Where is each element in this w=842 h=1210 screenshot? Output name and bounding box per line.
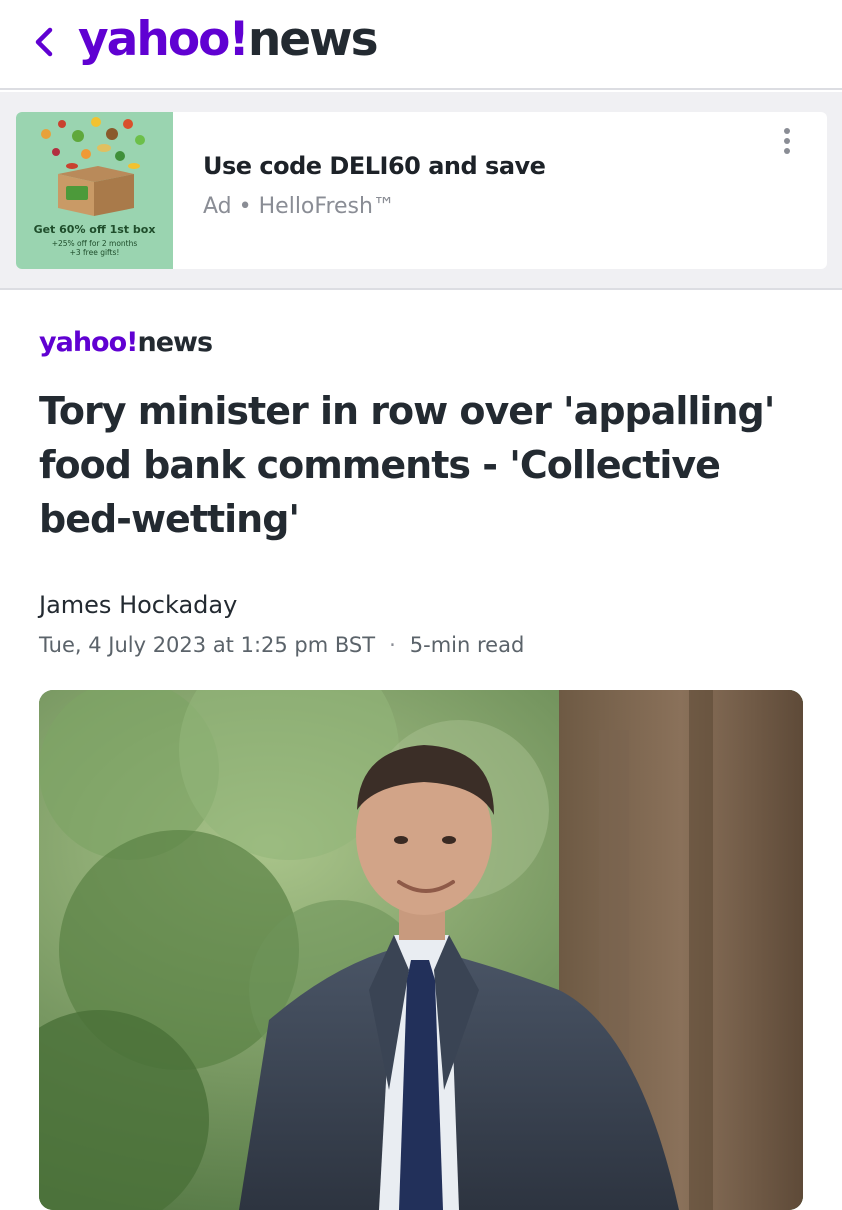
article-read-time: 5-min read bbox=[409, 633, 525, 657]
logo-yahoo-text: yahoo! bbox=[78, 12, 250, 67]
article-hero-image[interactable] bbox=[39, 690, 803, 1210]
source-news-text: news bbox=[137, 327, 213, 358]
chevron-left-icon bbox=[35, 27, 53, 57]
ad-advertiser: HelloFresh™ bbox=[258, 194, 395, 219]
ad-thumbnail-offer-line-3: +3 free gifts! bbox=[69, 248, 120, 257]
back-button[interactable] bbox=[26, 20, 62, 64]
logo-news-text: news bbox=[247, 12, 379, 67]
ad-thumbnail-offer: Get 60% off 1st box bbox=[33, 223, 156, 236]
hero-photo bbox=[39, 690, 803, 1210]
ad-label: Ad bbox=[203, 194, 232, 219]
ad-thumbnail: Get 60% off 1st box +25% off for 2 month… bbox=[16, 112, 173, 269]
ad-container: Get 60% off 1st box +25% off for 2 month… bbox=[0, 92, 842, 290]
more-vertical-icon bbox=[784, 128, 790, 154]
ad-meta: Ad • HelloFresh™ bbox=[203, 194, 395, 219]
top-navigation-bar: yahoo!news bbox=[0, 0, 842, 90]
ad-options-button[interactable] bbox=[777, 124, 797, 158]
ad-thumbnail-offer-line-2: +25% off for 2 months bbox=[51, 239, 138, 248]
source-yahoo-text: yahoo! bbox=[39, 327, 138, 358]
article-meta: Tue, 4 July 2023 at 1:25 pm BST · 5-min re… bbox=[39, 633, 524, 657]
article-author[interactable]: James Hockaday bbox=[39, 591, 237, 619]
hellofresh-box-illustration bbox=[41, 117, 145, 216]
article-headline: Tory minister in row over 'appalling' fo… bbox=[39, 389, 775, 541]
article-date: Tue, 4 July 2023 at 1:25 pm BST bbox=[39, 633, 376, 657]
meta-separator: · bbox=[389, 633, 396, 657]
yahoo-news-logo[interactable]: yahoo!news bbox=[78, 12, 379, 68]
ad-title[interactable]: Use code DELI60 and save bbox=[203, 152, 546, 180]
ad-separator: • bbox=[238, 194, 252, 219]
ad-thumbnail-offer-details: +25% off for 2 months +3 free gifts! bbox=[16, 239, 173, 257]
article-source-logo[interactable]: yahoo!news bbox=[39, 325, 213, 361]
ad-card[interactable]: Get 60% off 1st box +25% off for 2 month… bbox=[16, 112, 827, 269]
